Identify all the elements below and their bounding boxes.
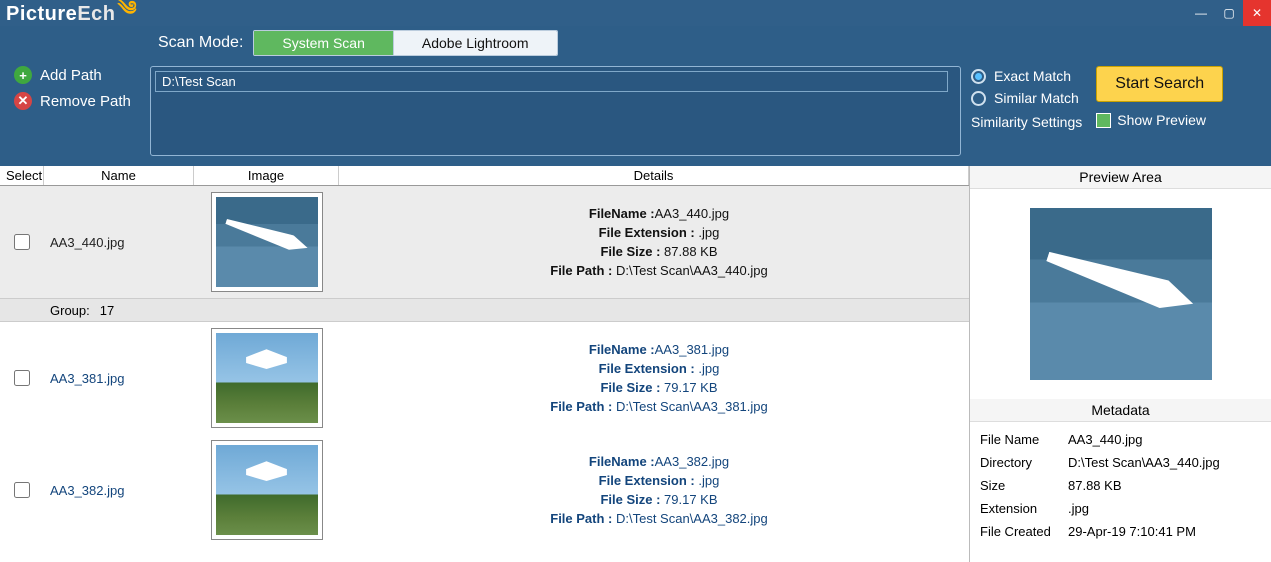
results-list: Select Name Image Details AA3_440.jpgFil… — [0, 166, 970, 562]
side-panel: Preview Area Metadata File Name AA3_440.j… — [970, 166, 1271, 562]
meta-val-filename: AA3_440.jpg — [1068, 432, 1142, 447]
row-checkbox[interactable] — [14, 234, 30, 250]
meta-val-directory: D:\Test Scan\AA3_440.jpg — [1068, 455, 1220, 470]
radio-exact-match[interactable]: Exact Match — [971, 68, 1082, 84]
table-row[interactable]: AA3_440.jpgFileName :AA3_440.jpgFile Ext… — [0, 186, 969, 298]
preview-area — [970, 189, 1271, 399]
x-icon: ✕ — [14, 92, 32, 110]
col-details[interactable]: Details — [339, 166, 969, 185]
tab-system-scan[interactable]: System Scan — [254, 31, 392, 55]
close-button[interactable]: ✕ — [1243, 0, 1271, 26]
path-item[interactable]: D:\Test Scan — [155, 71, 948, 92]
rows-scroll[interactable]: AA3_440.jpgFileName :AA3_440.jpgFile Ext… — [0, 186, 969, 562]
meta-val-size: 87.88 KB — [1068, 478, 1122, 493]
minimize-button[interactable]: — — [1187, 0, 1215, 26]
checkbox-icon — [1096, 113, 1111, 128]
row-thumbnail[interactable] — [211, 192, 323, 292]
meta-val-ext: .jpg — [1068, 501, 1089, 516]
row-checkbox[interactable] — [14, 482, 30, 498]
remove-path-button[interactable]: ✕ Remove Path — [14, 92, 140, 110]
col-select[interactable]: Select — [0, 166, 44, 185]
row-thumbnail[interactable] — [211, 328, 323, 428]
show-preview-label: Show Preview — [1117, 112, 1206, 128]
meta-key-ext: Extension — [980, 501, 1058, 516]
group-header: Group:17 — [0, 298, 969, 322]
meta-key-created: File Created — [980, 524, 1058, 539]
header: PictureEch༄ Scan Mode: System Scan Adobe… — [0, 26, 1271, 166]
preview-image — [1026, 204, 1216, 384]
column-headers: Select Name Image Details — [0, 166, 969, 186]
add-path-label: Add Path — [40, 67, 102, 84]
meta-val-created: 29-Apr-19 7:10:41 PM — [1068, 524, 1196, 539]
table-row[interactable]: AA3_382.jpgFileName :AA3_382.jpgFile Ext… — [0, 434, 969, 546]
tab-adobe-lightroom[interactable]: Adobe Lightroom — [393, 31, 557, 55]
row-filename: AA3_382.jpg — [44, 483, 194, 498]
row-filename: AA3_440.jpg — [44, 235, 194, 250]
metadata-table: File Name AA3_440.jpg Directory D:\Test Sc… — [970, 422, 1271, 549]
app-logo: PictureEch༄ — [6, 2, 137, 26]
maximize-button[interactable]: ▢ — [1215, 0, 1243, 26]
col-name[interactable]: Name — [44, 166, 194, 185]
path-list[interactable]: D:\Test Scan — [150, 66, 961, 156]
show-preview-toggle[interactable]: Show Preview — [1096, 112, 1223, 128]
meta-key-size: Size — [980, 478, 1058, 493]
radio-dot-icon — [971, 91, 986, 106]
similarity-settings-link[interactable]: Similarity Settings — [971, 114, 1082, 130]
table-row[interactable]: AA3_381.jpgFileName :AA3_381.jpgFile Ext… — [0, 322, 969, 434]
plus-icon: + — [14, 66, 32, 84]
exact-match-label: Exact Match — [994, 68, 1071, 84]
scan-mode-tabs: System Scan Adobe Lightroom — [253, 30, 557, 56]
row-thumbnail[interactable] — [211, 440, 323, 540]
titlebar: — ▢ ✕ — [0, 0, 1271, 26]
scan-mode-label: Scan Mode: — [158, 34, 243, 52]
similar-match-label: Similar Match — [994, 90, 1079, 106]
meta-key-filename: File Name — [980, 432, 1058, 447]
meta-key-directory: Directory — [980, 455, 1058, 470]
logo-wifi-icon: ༄ — [118, 0, 138, 42]
row-filename: AA3_381.jpg — [44, 371, 194, 386]
add-path-button[interactable]: + Add Path — [14, 66, 140, 84]
main: Select Name Image Details AA3_440.jpgFil… — [0, 166, 1271, 562]
metadata-title: Metadata — [970, 399, 1271, 422]
row-checkbox[interactable] — [14, 370, 30, 386]
col-image[interactable]: Image — [194, 166, 339, 185]
remove-path-label: Remove Path — [40, 93, 131, 110]
radio-dot-icon — [971, 69, 986, 84]
preview-title: Preview Area — [970, 166, 1271, 189]
start-search-button[interactable]: Start Search — [1096, 66, 1223, 102]
radio-similar-match[interactable]: Similar Match — [971, 90, 1082, 106]
